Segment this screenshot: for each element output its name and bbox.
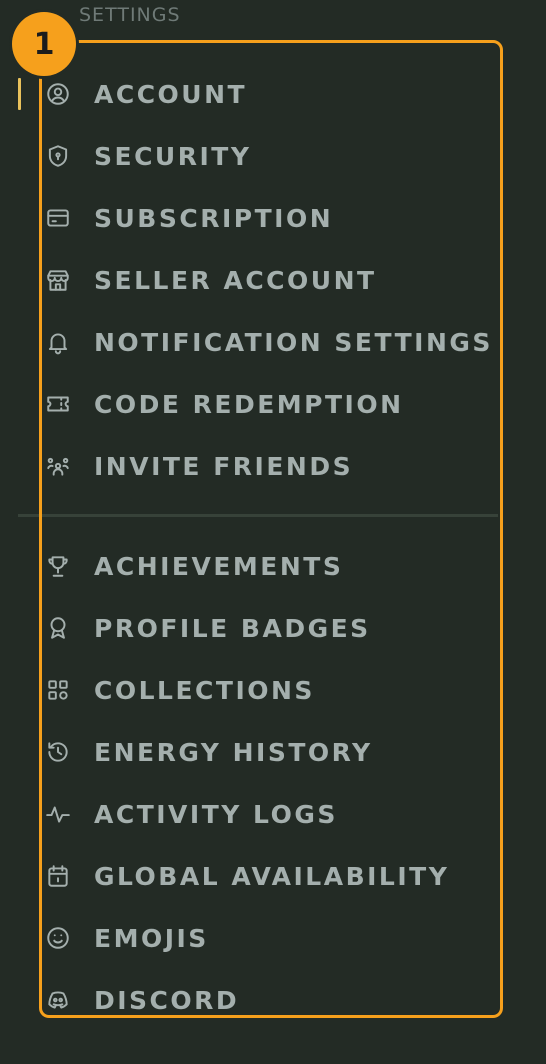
sidebar-item-label: SECURITY (94, 141, 252, 171)
sidebar-item-achievements[interactable]: ACHIEVEMENTS (44, 546, 343, 586)
sidebar-item-label: INVITE FRIENDS (94, 451, 354, 481)
sidebar-item-label: ACCOUNT (94, 79, 248, 109)
sidebar-item-label: SUBSCRIPTION (94, 203, 334, 233)
sidebar-item-energy-history[interactable]: ENERGY HISTORY (44, 732, 373, 772)
sidebar-item-subscription[interactable]: SUBSCRIPTION (44, 198, 333, 238)
sidebar-item-label: COLLECTIONS (94, 675, 315, 705)
sidebar-item-emojis[interactable]: EMOJIS (44, 918, 209, 958)
sidebar-item-global-availability[interactable]: GLOBAL AVAILABILITY (44, 856, 449, 896)
sidebar-item-account[interactable]: ACCOUNT (44, 74, 247, 114)
sidebar-item-label: CODE REDEMPTION (94, 389, 404, 419)
sidebar-item-code-redemption[interactable]: CODE REDEMPTION (44, 384, 404, 424)
trophy-icon (44, 552, 72, 580)
shield-icon (44, 142, 72, 170)
discord-icon (44, 986, 72, 1014)
sidebar-item-label: EMOJIS (94, 923, 209, 953)
sidebar-item-label: DISCORD (94, 985, 240, 1015)
users-icon (44, 452, 72, 480)
sidebar-item-discord[interactable]: DISCORD (44, 980, 239, 1020)
smile-icon (44, 924, 72, 952)
sidebar-item-label: GLOBAL AVAILABILITY (94, 861, 450, 891)
active-item-indicator (18, 78, 21, 110)
calendar-icon (44, 862, 72, 890)
grid-icon (44, 676, 72, 704)
group-divider (18, 514, 498, 517)
settings-section-header: SETTINGS (79, 4, 181, 26)
sidebar-item-profile-badges[interactable]: PROFILE BADGES (44, 608, 371, 648)
history-icon (44, 738, 72, 766)
sidebar-item-notification-settings[interactable]: NOTIFICATION SETTINGS (44, 322, 493, 362)
sidebar-item-invite-friends[interactable]: INVITE FRIENDS (44, 446, 353, 486)
activity-icon (44, 800, 72, 828)
sidebar-item-label: PROFILE BADGES (94, 613, 371, 643)
sidebar-item-activity-logs[interactable]: ACTIVITY LOGS (44, 794, 338, 834)
sidebar-item-label: ACTIVITY LOGS (94, 799, 338, 829)
sidebar-item-security[interactable]: SECURITY (44, 136, 251, 176)
award-icon (44, 614, 72, 642)
sidebar-item-label: NOTIFICATION SETTINGS (94, 327, 493, 357)
store-icon (44, 266, 72, 294)
step-badge: 1 (12, 12, 76, 76)
user-circle-icon (44, 80, 72, 108)
sidebar-item-label: SELLER ACCOUNT (94, 265, 377, 295)
ticket-icon (44, 390, 72, 418)
settings-sidebar: SETTINGS ACCOUNT SECURITY SUBSCRIPTION S… (0, 0, 546, 1064)
credit-card-icon (44, 204, 72, 232)
bell-icon (44, 328, 72, 356)
sidebar-item-seller-account[interactable]: SELLER ACCOUNT (44, 260, 377, 300)
sidebar-item-label: ENERGY HISTORY (94, 737, 373, 767)
sidebar-item-label: ACHIEVEMENTS (94, 551, 344, 581)
sidebar-item-collections[interactable]: COLLECTIONS (44, 670, 315, 710)
